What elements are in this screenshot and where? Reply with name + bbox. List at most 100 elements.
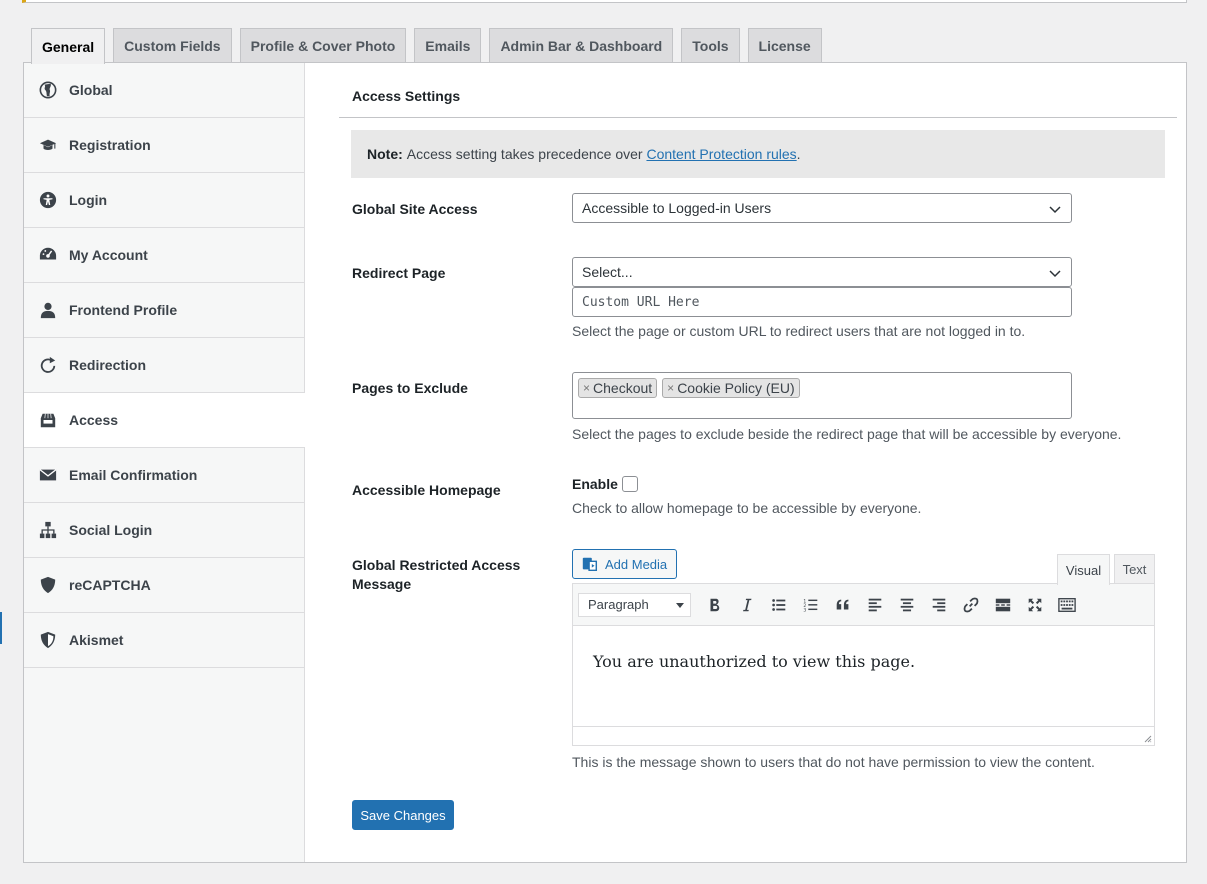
tab-custom-fields[interactable]: Custom Fields [113,28,232,63]
fullscreen-button[interactable] [1019,590,1051,620]
envelope-icon [39,466,57,484]
global-site-access-label: Global Site Access [352,201,478,217]
align-right-icon [932,598,946,611]
chip-cookie-policy: × Cookie Policy (EU) [662,378,800,398]
settings-tabs: General Custom Fields Profile & Cover Ph… [31,28,830,64]
align-left-button[interactable] [859,590,891,620]
tab-general[interactable]: General [31,28,106,64]
editor-status-bar [573,726,1154,745]
sidebar-item-registration[interactable]: Registration [24,118,304,173]
chevron-down-icon [1049,206,1061,214]
global-site-access-value: Accessible to Logged-in Users [582,200,772,216]
quote-icon [836,599,849,609]
sidebar-item-label: reCAPTCHA [69,577,151,593]
chip-remove-icon[interactable]: × [583,381,590,395]
editor-tab-text[interactable]: Text [1114,554,1155,584]
tab-license[interactable]: License [747,28,822,63]
chip-remove-icon[interactable]: × [667,381,674,395]
tab-tools[interactable]: Tools [681,28,740,63]
sidebar-item-social-login[interactable]: Social Login [24,503,304,558]
sidebar-item-label: Redirection [69,357,147,373]
global-site-access-select[interactable]: Accessible to Logged-in Users [572,193,1072,223]
sidebar-item-label: Frontend Profile [69,302,178,318]
read-more-icon [995,598,1011,611]
globe-icon [39,81,57,99]
sidebar-item-redirection[interactable]: Redirection [24,338,304,393]
redirect-page-label: Redirect Page [352,265,446,281]
sidebar-item-login[interactable]: Login [24,173,304,228]
sidebar-item-global[interactable]: Global [24,63,304,118]
sidebar: Global Registration Login My Account Fro… [24,63,305,862]
fullscreen-icon [1028,598,1042,611]
bullet-list-button[interactable] [763,590,795,620]
pages-to-exclude-description: Select the pages to exclude beside the r… [572,426,1122,442]
editor-tab-visual[interactable]: Visual [1057,554,1110,585]
sidebar-item-label: Akismet [69,632,124,648]
graduation-cap-icon [39,136,57,154]
align-center-button[interactable] [891,590,923,620]
shield-icon [39,576,57,594]
sidebar-item-label: My Account [69,247,148,263]
italic-button[interactable] [731,590,763,620]
tab-profile-cover-photo[interactable]: Profile & Cover Photo [239,28,407,63]
sidebar-item-label: Global [69,82,113,98]
tab-emails[interactable]: Emails [414,28,482,63]
sidebar-item-label: Social Login [69,522,153,538]
add-media-button[interactable]: Add Media [572,549,677,579]
align-left-icon [868,598,882,611]
chip-label: Checkout [593,380,653,396]
note-bold: Note: [367,146,403,162]
media-icon [582,557,598,572]
sidebar-item-my-account[interactable]: My Account [24,228,304,283]
message-text-area[interactable]: You are unauthorized to view this page. [573,626,1154,726]
redirect-page-value: Select... [582,264,633,280]
bullet-list-icon [772,598,786,611]
format-select-value: Paragraph [588,597,649,612]
accessible-homepage-label: Accessible Homepage [352,482,501,498]
divider [339,117,1177,118]
save-changes-button[interactable]: Save Changes [352,800,454,830]
toolbar-toggle-button[interactable] [1051,590,1083,620]
blockquote-button[interactable] [827,590,859,620]
sidebar-item-akismet[interactable]: Akismet [24,613,304,668]
redirect-page-select[interactable]: Select... [572,257,1072,287]
italic-icon [743,598,752,611]
resize-handle-icon[interactable] [1144,735,1152,743]
bold-button[interactable] [699,590,731,620]
link-icon [963,597,979,612]
accessible-homepage-checkbox[interactable] [621,476,638,492]
numbered-list-button[interactable]: 123 [795,590,827,620]
left-edge-marker [0,612,2,644]
numbered-list-icon: 123 [803,598,818,613]
keyboard-icon [1058,597,1076,612]
insert-link-button[interactable] [955,590,987,620]
sidebar-item-label: Email Confirmation [69,467,198,483]
sitemap-icon [39,521,57,539]
align-right-button[interactable] [923,590,955,620]
sidebar-item-recaptcha[interactable]: reCAPTCHA [24,558,304,613]
sidebar-item-frontend-profile[interactable]: Frontend Profile [24,283,304,338]
read-more-button[interactable] [987,590,1019,620]
half-shield-icon [39,631,57,649]
sidebar-item-email-confirmation[interactable]: Email Confirmation [24,448,304,503]
redo-arrow-icon [39,356,57,374]
redirect-page-description: Select the page or custom URL to redirec… [572,323,1026,339]
settings-panel: Global Registration Login My Account Fro… [23,62,1187,863]
precedence-note: Note: Access setting takes precedence ov… [351,130,1165,178]
dashboard-gauge-icon [39,246,57,264]
custom-url-input[interactable]: Custom URL Here [572,287,1072,317]
store-icon [39,411,57,429]
pages-to-exclude-multiselect[interactable]: × Checkout × Cookie Policy (EU) [572,372,1072,419]
sidebar-item-access[interactable]: Access [24,393,305,448]
user-icon [39,301,57,319]
main-content: Access Settings Note: Access setting tak… [339,63,1177,862]
svg-text:3: 3 [803,607,806,613]
content-protection-rules-link[interactable]: Content Protection rules [646,146,796,162]
align-center-icon [900,598,914,611]
note-end: . [796,146,801,162]
editor-toolbar: Paragraph 123 [573,584,1154,626]
top-notice-bar [22,0,1187,3]
section-title: Access Settings [352,88,461,104]
tab-admin-bar-dashboard[interactable]: Admin Bar & Dashboard [489,28,674,63]
format-select[interactable]: Paragraph [578,592,691,617]
